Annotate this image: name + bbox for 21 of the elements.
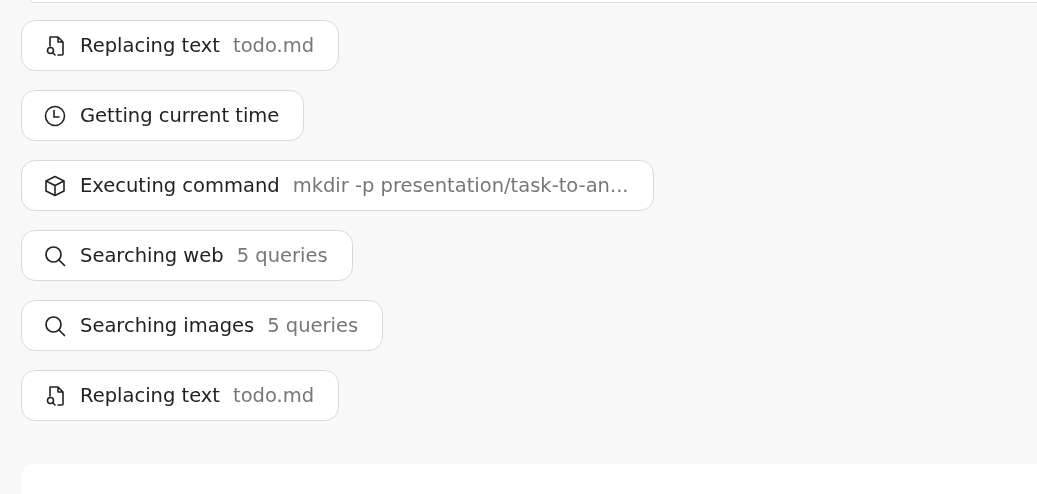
step-detail: mkdir -p presentation/task-to-an... xyxy=(292,174,629,197)
step-label: Getting current time xyxy=(80,104,280,127)
step-label: Replacing text xyxy=(80,384,220,407)
step-chip[interactable]: Searching images 5 queries xyxy=(21,300,384,351)
step-label: Searching web xyxy=(80,244,224,267)
step-detail: todo.md xyxy=(233,34,315,57)
clock-icon xyxy=(43,103,67,128)
step-chip[interactable]: Replacing text todo.md xyxy=(21,370,340,421)
step-label: Executing command xyxy=(80,174,280,197)
step-detail: 5 queries xyxy=(267,314,359,337)
step-chip[interactable]: Getting current time xyxy=(21,90,305,141)
search-icon xyxy=(43,313,67,338)
step-chip[interactable]: Searching web 5 queries xyxy=(21,230,353,281)
step-chip[interactable]: Replacing text todo.md xyxy=(21,20,340,71)
cube-icon xyxy=(43,173,67,198)
step-label: Searching images xyxy=(80,314,255,337)
step-label: Replacing text xyxy=(80,34,220,57)
step-detail: todo.md xyxy=(233,384,315,407)
step-chip[interactable]: Executing command mkdir -p presentation/task-to-an... xyxy=(21,160,654,211)
step-detail: 5 queries xyxy=(236,244,328,267)
search-icon xyxy=(43,243,67,268)
